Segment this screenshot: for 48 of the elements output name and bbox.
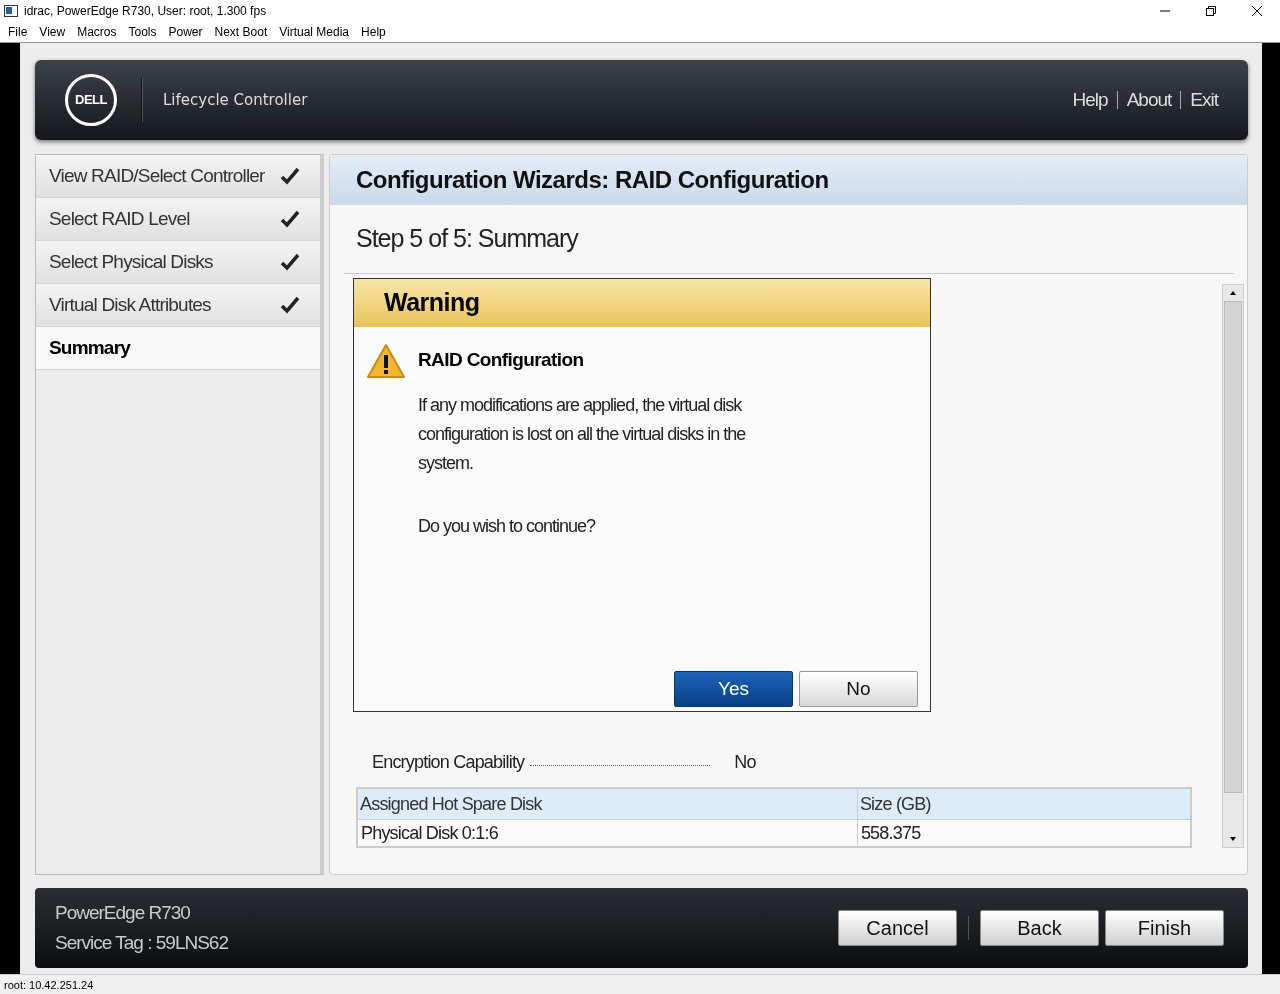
dialog-button[interactable]: No xyxy=(799,670,918,707)
menu-item[interactable]: Power xyxy=(162,25,209,39)
product-name: Lifecycle Controller xyxy=(163,90,309,109)
dialog-message: If any modifications are applied, the virtual disk configuration is lost on all the virtual disks in the system. xyxy=(418,393,747,475)
window-title: idrac, PowerEdge R730, User: root, 1.300 fps xyxy=(24,4,268,18)
header-link[interactable]: Exit xyxy=(1190,88,1218,111)
sidebar-item[interactable]: Virtual Disk Attributes xyxy=(36,283,320,327)
header-link[interactable]: About xyxy=(1126,88,1172,111)
footer-button[interactable]: Cancel xyxy=(838,910,957,947)
sidebar-item[interactable]: Select RAID Level xyxy=(36,197,320,241)
property-value: No xyxy=(734,752,756,774)
checkmark-icon xyxy=(280,209,300,228)
menu-item[interactable]: Tools xyxy=(122,25,163,39)
header-link[interactable]: Help xyxy=(1072,88,1108,111)
close-icon xyxy=(1252,6,1262,16)
menu-item[interactable]: Macros xyxy=(71,25,123,39)
checkmark-icon xyxy=(280,166,300,185)
footer-button[interactable]: Finish xyxy=(1105,910,1224,947)
menu-item[interactable]: File xyxy=(2,25,34,39)
page-title: Configuration Wizards: RAID Configuration xyxy=(330,154,1247,205)
sidebar-item[interactable]: Summary xyxy=(36,326,320,370)
dialog-button[interactable]: Yes xyxy=(674,670,793,707)
checkmark-icon xyxy=(280,252,300,271)
restore-icon xyxy=(1206,6,1216,16)
menu-item[interactable]: Virtual Media xyxy=(273,25,356,39)
warning-icon xyxy=(366,342,406,379)
table-cell: Physical Disk 0:1:6 xyxy=(357,819,858,848)
property-label: Encryption Capability xyxy=(372,752,525,774)
app-icon xyxy=(4,5,18,17)
scrollbar[interactable] xyxy=(1222,283,1244,849)
column-header: Size (GB) xyxy=(857,788,1191,820)
sidebar-item[interactable]: Select Physical Disks xyxy=(36,240,320,284)
dialog-title: Warning xyxy=(354,278,930,327)
menu-item[interactable]: Help xyxy=(355,25,392,39)
menu-item[interactable]: View xyxy=(33,25,72,39)
service-tag: Service Tag : 59LNS62 xyxy=(55,932,838,955)
model-name: PowerEdge R730 xyxy=(55,902,191,925)
logo: DELL xyxy=(65,73,117,126)
sidebar-item[interactable]: View RAID/Select Controller xyxy=(36,154,320,198)
step-heading: Step 5 of 5: Summary xyxy=(344,204,1234,274)
column-header: Assigned Hot Spare Disk xyxy=(357,788,858,820)
dialog-heading: RAID Configuration xyxy=(418,348,585,371)
table-cell: 558.375 xyxy=(857,819,1191,848)
status-bar: root: 10.42.251.24 xyxy=(0,974,1280,994)
checkmark-icon xyxy=(280,295,300,314)
menu-item[interactable]: Next Boot xyxy=(208,25,274,39)
dialog-message: Do you wish to continue? xyxy=(418,514,597,538)
footer-button[interactable]: Back xyxy=(980,910,1099,947)
